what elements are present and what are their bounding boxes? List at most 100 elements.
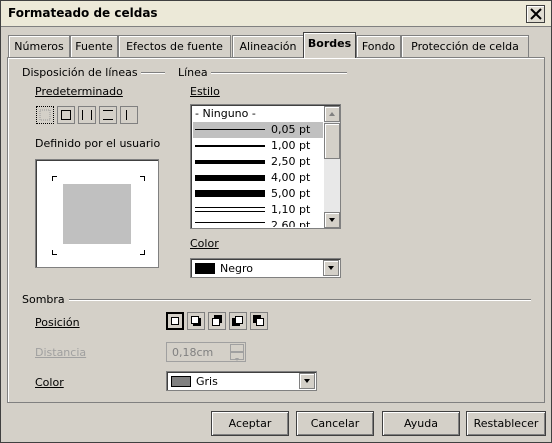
no-shadow-icon [171, 317, 179, 325]
shadow-distance-label: Distancia [35, 346, 87, 359]
corner-mark-icon [140, 176, 145, 181]
tab-fondo[interactable]: Fondo [356, 35, 401, 57]
user-defined-border-preview[interactable] [35, 159, 159, 268]
shadow-top-left-button[interactable] [250, 312, 268, 330]
title-bar: Formateado de celdas [1, 1, 551, 27]
shadow-none-button[interactable] [166, 312, 184, 330]
chevron-down-icon [304, 379, 310, 383]
line-arrangement-heading: Disposición de líneas [22, 66, 138, 79]
scroll-thumb[interactable] [324, 123, 340, 159]
top-bottom-borders-icon [103, 110, 113, 120]
preset-top-bottom-borders[interactable] [99, 106, 117, 124]
close-icon [530, 8, 542, 20]
separator [141, 72, 165, 74]
list-item-label: 4,00 pt [271, 171, 311, 184]
line-sample [195, 160, 265, 164]
list-item[interactable]: 1,00 pt [193, 138, 323, 154]
line-color-value: Negro [220, 262, 253, 275]
shadow-color-value: Gris [196, 375, 218, 388]
shadow-top-right-icon [212, 315, 222, 326]
format-cells-dialog: Formateado de celdas Números Fuente Efec… [0, 0, 552, 443]
line-sample [195, 129, 265, 130]
close-button[interactable] [526, 5, 545, 23]
ok-button[interactable]: Aceptar [211, 411, 289, 436]
line-sample [195, 211, 265, 212]
line-sample [195, 175, 265, 181]
shadow-bottom-right-button[interactable] [187, 312, 205, 330]
tab-proteccion-celda[interactable]: Protección de celda [401, 35, 529, 57]
help-button-label: Ayuda [404, 417, 438, 430]
list-item[interactable]: 4,00 pt [193, 170, 323, 186]
shadow-position-label: Posición [35, 316, 80, 329]
dropdown-button[interactable] [323, 260, 339, 276]
shadow-top-right-button[interactable] [208, 312, 226, 330]
tab-numeros[interactable]: Números [8, 35, 70, 57]
corner-mark-icon [52, 250, 57, 255]
line-heading: Línea [178, 66, 208, 79]
preset-outer-border[interactable] [57, 106, 75, 124]
arrow-down-icon [235, 358, 239, 361]
line-style-list[interactable]: - Ninguno - 0,05 pt 1,00 pt 2,50 pt 4,00… [190, 104, 341, 229]
style-label: Estilo [190, 85, 220, 98]
tab-label: Bordes [307, 37, 352, 50]
line-sample [195, 190, 265, 197]
preset-left-right-borders[interactable] [78, 106, 96, 124]
left-right-borders-icon [82, 110, 92, 120]
cancel-button[interactable]: Cancelar [296, 411, 374, 436]
tab-alineacion[interactable]: Alineación [232, 35, 304, 57]
list-item-label: 5,00 pt [271, 187, 311, 200]
shadow-bottom-left-button[interactable] [229, 312, 247, 330]
tab-label: Números [14, 40, 64, 53]
spin-down-button[interactable] [230, 352, 244, 361]
tab-efectos-fuente[interactable]: Efectos de fuente [118, 35, 231, 57]
tab-label: Protección de celda [411, 40, 519, 53]
scroll-up-button[interactable] [324, 106, 340, 122]
line-color-label-text: Color [190, 237, 219, 250]
separator [69, 299, 531, 301]
corner-mark-icon [52, 176, 57, 181]
tab-bordes[interactable]: Bordes [303, 32, 356, 58]
no-borders-icon [39, 109, 51, 121]
list-item-label: 0,05 pt [271, 123, 311, 136]
vertical-scrollbar[interactable] [324, 106, 340, 228]
tab-fuente[interactable]: Fuente [70, 35, 118, 57]
user-defined-label: Definido por el usuario [35, 137, 161, 150]
list-item[interactable]: 0,05 pt [193, 122, 323, 138]
list-item[interactable]: - Ninguno - [193, 106, 323, 122]
left-border-icon [126, 110, 127, 120]
color-swatch [195, 263, 215, 274]
scroll-down-button[interactable] [324, 212, 340, 228]
list-item-label: 2,60 pt [271, 219, 311, 227]
shadow-bottom-left-icon [232, 316, 243, 326]
line-color-label: Color [190, 237, 219, 250]
tab-label: Efectos de fuente [126, 40, 223, 53]
shadow-color-select[interactable]: Gris [166, 371, 317, 391]
shadow-distance-value: 0,18cm [172, 346, 214, 359]
list-item-label: 1,00 pt [271, 139, 311, 152]
list-item[interactable]: 1,10 pt [193, 202, 323, 218]
reset-button-label: Restablecer [473, 417, 539, 430]
list-item[interactable]: 2,60 pt [193, 218, 323, 227]
arrow-up-icon [329, 112, 335, 116]
reset-button[interactable]: Restablecer [466, 411, 546, 436]
shadow-color-label: Color [35, 376, 64, 389]
line-sample [195, 207, 265, 208]
default-label: Predeterminado [35, 85, 123, 98]
preset-no-borders[interactable] [36, 106, 54, 124]
line-color-select[interactable]: Negro [190, 258, 341, 278]
line-sample [195, 222, 265, 223]
separator [211, 72, 347, 74]
shadow-bottom-right-icon [191, 316, 201, 326]
list-item[interactable]: 2,50 pt [193, 154, 323, 170]
spin-up-button[interactable] [230, 344, 244, 354]
preset-left-border[interactable] [120, 106, 138, 124]
dropdown-button[interactable] [299, 373, 315, 389]
corner-mark-icon [140, 250, 145, 255]
tab-label: Alineación [239, 40, 297, 53]
color-swatch [171, 376, 191, 387]
shadow-distance-spinner[interactable]: 0,18cm [166, 342, 246, 362]
help-button[interactable]: Ayuda [382, 411, 460, 436]
tab-label: Fondo [361, 40, 396, 53]
shadow-heading: Sombra [22, 293, 65, 306]
list-item[interactable]: 5,00 pt [193, 186, 323, 202]
